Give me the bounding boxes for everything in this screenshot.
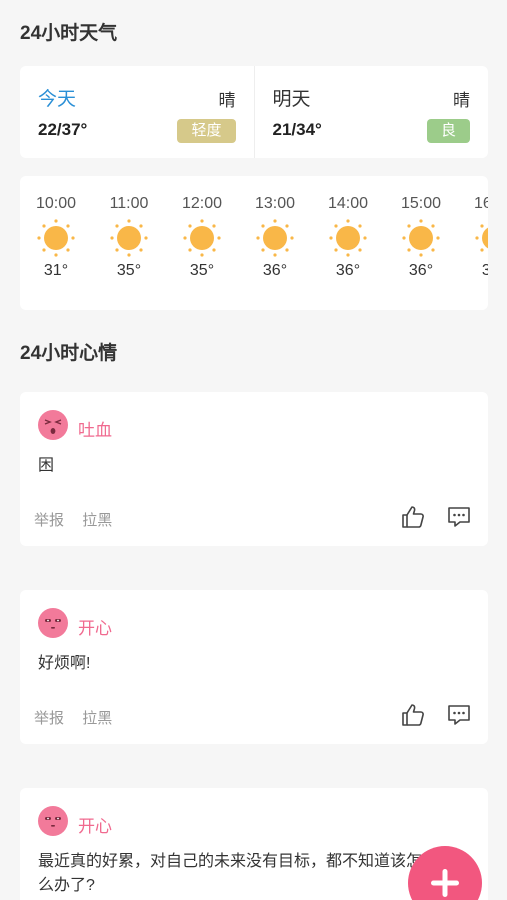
sun-icon <box>329 219 367 257</box>
mood-label: 开心 <box>78 619 112 638</box>
thumbs-up-icon[interactable] <box>400 702 426 728</box>
mood-section-title: 24小时心情 <box>20 343 118 364</box>
today-condition: 晴 <box>218 91 236 110</box>
sun-icon <box>110 219 148 257</box>
page: 24小时天气 今天 晴 22/37° 轻度 明天 晴 21/34° 良 10:0… <box>0 0 507 900</box>
hour-item: 11:00 35° <box>99 194 159 280</box>
hour-item: 15:00 36° <box>391 194 451 280</box>
mood-label: 吐血 <box>78 421 112 440</box>
tomorrow-label: 明天 <box>272 89 311 110</box>
weather-summary-card: 今天 晴 22/37° 轻度 明天 晴 21/34° 良 <box>20 66 488 158</box>
hour-temp: 31° <box>43 262 69 279</box>
block-link[interactable]: 拉黑 <box>82 710 112 727</box>
weather-section-title: 24小时天气 <box>20 23 118 44</box>
avatar-happy-icon <box>38 806 68 836</box>
hour-temp: 36° <box>262 262 288 279</box>
sun-icon <box>402 219 440 257</box>
hour-time: 16:00 <box>473 195 488 212</box>
thumbs-up-icon[interactable] <box>400 504 426 530</box>
mood-post-text: 最近真的好累，对自己的未来没有目标，都不知道该怎么办了? <box>38 853 423 894</box>
hour-temp: 35° <box>189 262 215 279</box>
mood-post-text: 好烦啊! <box>38 655 91 672</box>
plus-icon <box>431 869 459 897</box>
comment-icon[interactable] <box>446 504 472 530</box>
today-temp-range: 22/37° <box>38 120 88 139</box>
tomorrow-temp-range: 21/34° <box>272 120 322 139</box>
hour-item: 16:00 36° <box>464 194 488 280</box>
mood-label: 开心 <box>78 817 112 836</box>
mood-post-actions: 举报 拉黑 <box>34 509 126 530</box>
hourly-forecast[interactable]: 10:00 31° 11:00 35° 12:00 35° 13:00 36° … <box>20 176 488 310</box>
avatar-vomit-blood-icon <box>38 410 68 440</box>
hour-time: 14:00 <box>327 195 369 212</box>
mood-post-card: 吐血 困 举报 拉黑 <box>20 392 488 546</box>
hour-item: 12:00 35° <box>172 194 232 280</box>
hour-item: 10:00 31° <box>26 194 86 280</box>
hour-time: 10:00 <box>35 195 77 212</box>
comment-icon[interactable] <box>446 702 472 728</box>
hour-temp: 36° <box>335 262 361 279</box>
hour-item: 14:00 36° <box>318 194 378 280</box>
sun-icon <box>256 219 294 257</box>
block-link[interactable]: 拉黑 <box>82 512 112 529</box>
tomorrow-weather[interactable]: 明天 晴 21/34° 良 <box>253 66 489 158</box>
report-link[interactable]: 举报 <box>34 710 64 727</box>
today-weather[interactable]: 今天 晴 22/37° 轻度 <box>20 66 254 158</box>
hour-time: 15:00 <box>400 195 442 212</box>
mood-post-actions: 举报 拉黑 <box>34 707 126 728</box>
hour-temp: 36° <box>481 262 488 279</box>
hour-time: 11:00 <box>109 195 149 212</box>
today-label: 今天 <box>38 89 77 110</box>
hour-item: 13:00 36° <box>245 194 305 280</box>
sun-icon <box>183 219 221 257</box>
hour-time: 12:00 <box>181 195 223 212</box>
mood-post-card: 开心 好烦啊! 举报 拉黑 <box>20 590 488 744</box>
avatar-happy-icon <box>38 608 68 638</box>
today-aqi-badge: 轻度 <box>177 119 236 143</box>
tomorrow-condition: 晴 <box>453 91 470 110</box>
report-link[interactable]: 举报 <box>34 512 64 529</box>
hour-time: 13:00 <box>254 195 296 212</box>
hour-temp: 35° <box>116 262 142 279</box>
sun-icon <box>475 224 488 252</box>
mood-post-text: 困 <box>38 457 55 474</box>
tomorrow-aqi-badge: 良 <box>426 119 470 143</box>
sun-icon <box>37 219 75 257</box>
hour-temp: 36° <box>408 262 434 279</box>
